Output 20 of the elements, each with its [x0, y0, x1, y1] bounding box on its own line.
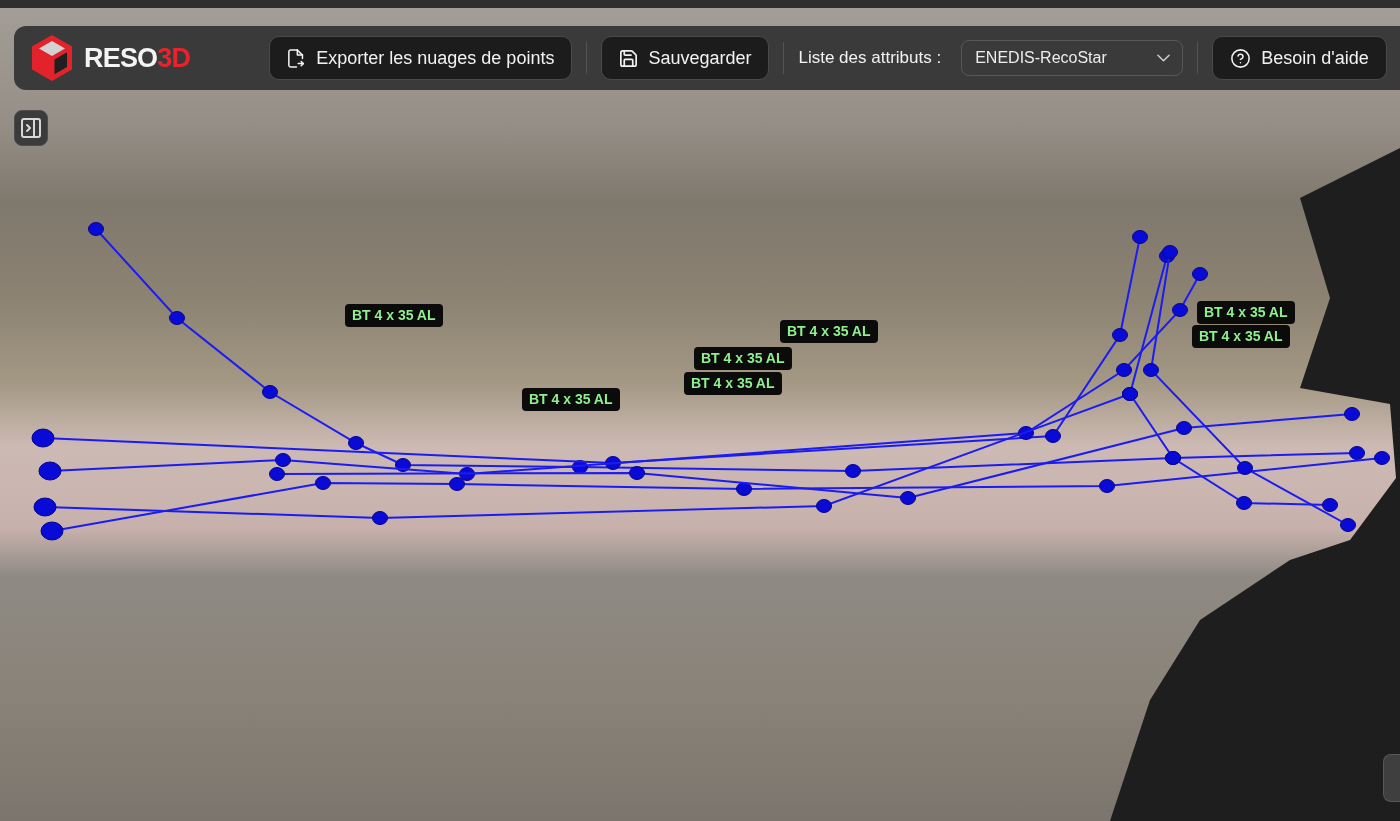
help-button[interactable]: Besoin d'aide — [1212, 36, 1387, 80]
cable-label: BT 4 x 35 AL — [780, 320, 878, 343]
cube-logo-icon — [32, 35, 72, 81]
cable-label: BT 4 x 35 AL — [345, 304, 443, 327]
attribute-select[interactable]: ENEDIS-RecoStar — [961, 40, 1184, 76]
save-button[interactable]: Sauvegarder — [601, 36, 770, 80]
chevron-down-icon — [1157, 54, 1171, 62]
export-button[interactable]: Exporter les nuages de points — [269, 36, 573, 80]
save-icon — [620, 49, 638, 67]
cable-label: BT 4 x 35 AL — [522, 388, 620, 411]
cable-label: BT 4 x 35 AL — [694, 347, 792, 370]
sidebar-toggle-button[interactable] — [14, 110, 48, 146]
attribute-list-label: Liste des attributs : — [798, 48, 942, 68]
file-export-icon — [288, 48, 306, 68]
cable-label: BT 4 x 35 AL — [1192, 325, 1290, 348]
cable-label: BT 4 x 35 AL — [684, 372, 782, 395]
help-icon — [1231, 48, 1251, 68]
cable-label: BT 4 x 35 AL — [1197, 301, 1295, 324]
panel-toggle-icon — [21, 118, 41, 138]
logo-text: RESO3D — [84, 42, 191, 74]
